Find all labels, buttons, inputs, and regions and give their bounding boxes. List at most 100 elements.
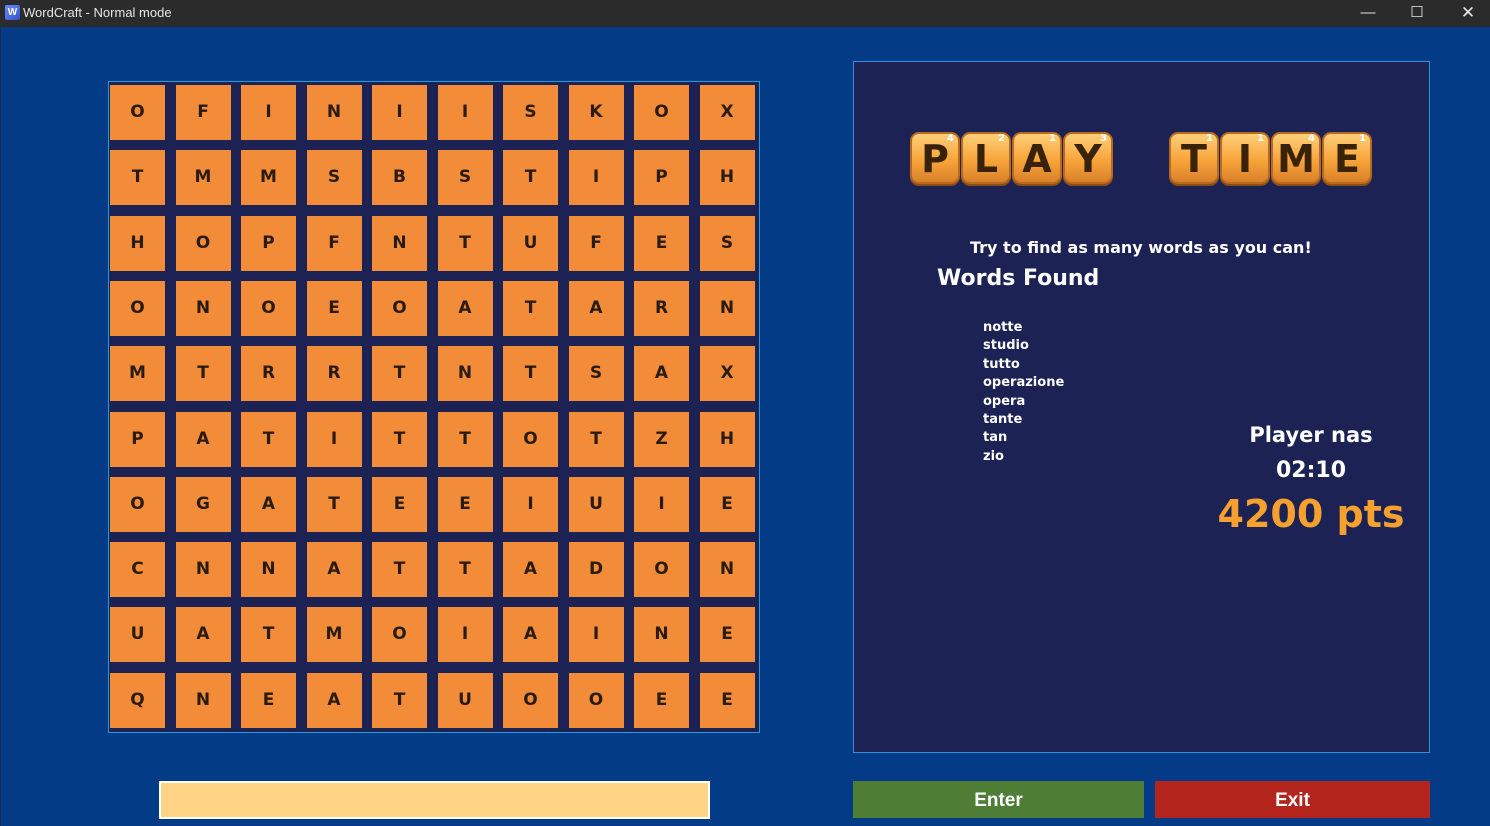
letter-tile[interactable]: E	[634, 215, 689, 271]
letter-tile[interactable]: I	[568, 607, 624, 663]
letter-tile[interactable]: U	[437, 672, 493, 728]
letter-tile[interactable]: T	[503, 280, 558, 336]
letter-tile[interactable]: A	[568, 280, 624, 336]
letter-tile[interactable]: F	[568, 215, 624, 271]
letter-tile[interactable]: S	[503, 85, 558, 140]
letter-tile[interactable]: I	[306, 411, 362, 467]
letter-tile[interactable]: T	[306, 476, 362, 532]
letter-tile[interactable]: A	[306, 672, 362, 728]
letter-tile[interactable]: G	[175, 476, 231, 532]
letter-tile[interactable]: R	[306, 346, 362, 402]
letter-tile[interactable]: E	[241, 672, 296, 728]
letter-tile[interactable]: I	[372, 85, 427, 140]
letter-tile[interactable]: I	[503, 476, 558, 532]
exit-button[interactable]: Exit	[1155, 781, 1430, 818]
letter-tile[interactable]: A	[503, 607, 558, 663]
letter-tile[interactable]: I	[437, 607, 493, 663]
letter-tile[interactable]: N	[699, 280, 755, 336]
letter-tile[interactable]: N	[634, 607, 689, 663]
letter-tile[interactable]: E	[437, 476, 493, 532]
letter-tile[interactable]: E	[634, 672, 689, 728]
maximize-button[interactable]: ☐	[1394, 0, 1440, 27]
letter-tile[interactable]: E	[372, 476, 427, 532]
letter-tile[interactable]: T	[110, 150, 165, 206]
letter-tile[interactable]: A	[306, 542, 362, 598]
letter-tile[interactable]: O	[110, 280, 165, 336]
letter-tile[interactable]: N	[175, 542, 231, 598]
letter-tile[interactable]: E	[699, 672, 755, 728]
letter-tile[interactable]: N	[437, 346, 493, 402]
letter-tile[interactable]: O	[634, 85, 689, 140]
letter-tile[interactable]: E	[699, 476, 755, 532]
letter-tile[interactable]: S	[437, 150, 493, 206]
letter-tile[interactable]: T	[372, 346, 427, 402]
letter-tile[interactable]: R	[241, 346, 296, 402]
letter-tile[interactable]: E	[306, 280, 362, 336]
letter-tile[interactable]: T	[241, 411, 296, 467]
letter-tile[interactable]: T	[241, 607, 296, 663]
letter-tile[interactable]: M	[110, 346, 165, 402]
letter-tile[interactable]: T	[437, 411, 493, 467]
letter-tile[interactable]: T	[568, 411, 624, 467]
letter-tile[interactable]: U	[568, 476, 624, 532]
letter-tile[interactable]: T	[372, 542, 427, 598]
letter-tile[interactable]: D	[568, 542, 624, 598]
letter-tile[interactable]: H	[699, 150, 755, 206]
letter-tile[interactable]: S	[306, 150, 362, 206]
letter-tile[interactable]: A	[241, 476, 296, 532]
letter-tile[interactable]: U	[110, 607, 165, 663]
letter-tile[interactable]: O	[568, 672, 624, 728]
letter-tile[interactable]: M	[241, 150, 296, 206]
letter-tile[interactable]: T	[437, 542, 493, 598]
letter-tile[interactable]: I	[568, 150, 624, 206]
letter-tile[interactable]: O	[110, 476, 165, 532]
letter-tile[interactable]: H	[699, 411, 755, 467]
letter-tile[interactable]: A	[634, 346, 689, 402]
letter-tile[interactable]: P	[241, 215, 296, 271]
letter-tile[interactable]: O	[634, 542, 689, 598]
letter-tile[interactable]: A	[503, 542, 558, 598]
letter-tile[interactable]: F	[175, 85, 231, 140]
letter-tile[interactable]: M	[175, 150, 231, 206]
close-button[interactable]: ✕	[1445, 0, 1490, 27]
letter-tile[interactable]: T	[437, 215, 493, 271]
letter-tile[interactable]: N	[699, 542, 755, 598]
word-input[interactable]	[159, 781, 710, 819]
letter-tile[interactable]: T	[372, 672, 427, 728]
letter-tile[interactable]: C	[110, 542, 165, 598]
letter-tile[interactable]: A	[175, 411, 231, 467]
letter-tile[interactable]: I	[437, 85, 493, 140]
enter-button[interactable]: Enter	[853, 781, 1144, 818]
letter-tile[interactable]: X	[699, 85, 755, 140]
letter-tile[interactable]: O	[241, 280, 296, 336]
letter-tile[interactable]: H	[110, 215, 165, 271]
letter-tile[interactable]: I	[241, 85, 296, 140]
letter-tile[interactable]: O	[372, 280, 427, 336]
letter-tile[interactable]: N	[175, 672, 231, 728]
letter-tile[interactable]: F	[306, 215, 362, 271]
letter-tile[interactable]: T	[503, 150, 558, 206]
letter-tile[interactable]: R	[634, 280, 689, 336]
letter-tile[interactable]: N	[175, 280, 231, 336]
letter-tile[interactable]: T	[372, 411, 427, 467]
letter-tile[interactable]: B	[372, 150, 427, 206]
letter-tile[interactable]: S	[568, 346, 624, 402]
letter-tile[interactable]: S	[699, 215, 755, 271]
letter-tile[interactable]: N	[241, 542, 296, 598]
letter-tile[interactable]: X	[699, 346, 755, 402]
letter-tile[interactable]: A	[437, 280, 493, 336]
minimize-button[interactable]: —	[1345, 0, 1391, 27]
letter-tile[interactable]: N	[306, 85, 362, 140]
letter-tile[interactable]: Z	[634, 411, 689, 467]
letter-tile[interactable]: O	[372, 607, 427, 663]
letter-tile[interactable]: I	[634, 476, 689, 532]
letter-tile[interactable]: U	[503, 215, 558, 271]
letter-tile[interactable]: N	[372, 215, 427, 271]
letter-tile[interactable]: O	[503, 672, 558, 728]
letter-tile[interactable]: E	[699, 607, 755, 663]
letter-tile[interactable]: O	[110, 85, 165, 140]
letter-tile[interactable]: O	[503, 411, 558, 467]
letter-tile[interactable]: P	[634, 150, 689, 206]
letter-tile[interactable]: O	[175, 215, 231, 271]
letter-tile[interactable]: T	[503, 346, 558, 402]
